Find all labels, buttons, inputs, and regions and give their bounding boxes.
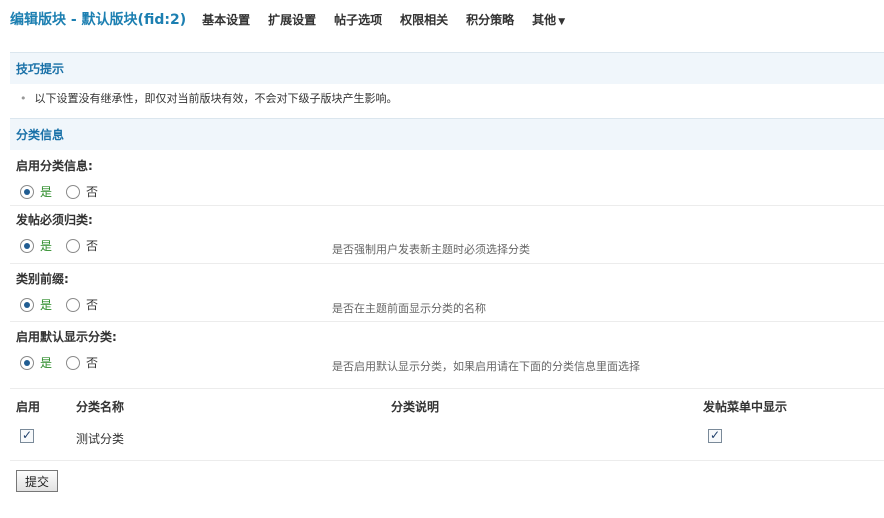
tab-other-label: 其他 [532,12,557,27]
radio-group-enable-category: 是 否 [20,183,112,200]
divider [10,460,884,461]
radio-no-label[interactable]: 否 [86,237,98,254]
radio-yes-label[interactable]: 是 [40,354,52,371]
check-icon: ✓ [22,428,33,442]
tab-post-options[interactable]: 帖子选项 [334,11,382,28]
divider [10,263,884,264]
setting-desc-category-prefix: 是否在主题前面显示分类的名称 [332,302,486,315]
tip-text-line: • 以下设置没有继承性，即仅对当前版块有效，不会对下级子版块产生影响。 [20,90,398,106]
divider [10,205,884,206]
radio-yes-label[interactable]: 是 [40,237,52,254]
chevron-down-icon: ▼ [558,16,566,27]
check-icon: ✓ [710,428,721,442]
radio-no[interactable] [66,297,81,312]
setting-desc-require-category: 是否强制用户发表新主题时必须选择分类 [332,243,530,256]
radio-no-label[interactable]: 否 [86,354,98,371]
category-info-header: 分类信息 [10,118,884,150]
tip-text: 以下设置没有继承性，即仅对当前版块有效，不会对下级子版块产生影响。 [34,92,398,105]
radio-yes-label[interactable]: 是 [40,183,52,200]
menu-display-checkbox[interactable]: ✓ [708,428,722,443]
divider [10,388,884,389]
column-header-desc: 分类说明 [391,400,440,414]
radio-no-label[interactable]: 否 [86,296,98,313]
radio-no-label[interactable]: 否 [86,183,98,200]
tab-basic-settings[interactable]: 基本设置 [202,11,250,28]
radio-yes[interactable] [20,184,34,199]
enable-checkbox[interactable]: ✓ [20,428,34,443]
radio-yes[interactable] [20,297,34,312]
column-header-menu: 发帖菜单中显示 [703,400,788,414]
radio-yes[interactable] [20,355,34,370]
radio-no[interactable] [66,355,81,370]
divider [10,321,884,322]
top-bar: 编辑版块 - 默认版块(fid:2) 基本设置 扩展设置 帖子选项 权限相关 积… [10,8,583,30]
radio-yes-label[interactable]: 是 [40,296,52,313]
tab-other-dropdown[interactable]: 其他 ▼ [532,11,565,28]
setting-label-default-category: 启用默认显示分类: [16,330,117,344]
column-header-enable: 启用 [16,400,41,414]
submit-button[interactable]: 提交 [16,470,58,492]
radio-group-default-category: 是 否 [20,354,112,371]
setting-label-require-category: 发帖必须归类: [16,213,93,227]
setting-label-category-prefix: 类别前缀: [16,272,69,286]
page-title: 编辑版块 - 默认版块(fid:2) [10,12,187,28]
bullet-icon: • [20,92,27,105]
setting-desc-default-category: 是否启用默认显示分类，如果启用请在下面的分类信息里面选择 [332,360,640,373]
setting-label-enable-category: 启用分类信息: [16,159,93,173]
tab-extended-settings[interactable]: 扩展设置 [268,11,316,28]
radio-yes[interactable] [20,238,34,253]
tab-credit-policy[interactable]: 积分策略 [466,11,514,28]
radio-group-require-category: 是 否 [20,237,112,254]
radio-no[interactable] [66,238,81,253]
tips-header: 技巧提示 [10,52,884,84]
radio-no[interactable] [66,184,81,199]
tab-permissions[interactable]: 权限相关 [400,11,448,28]
radio-group-category-prefix: 是 否 [20,296,112,313]
column-header-name: 分类名称 [76,400,125,414]
category-name: 测试分类 [76,432,125,446]
